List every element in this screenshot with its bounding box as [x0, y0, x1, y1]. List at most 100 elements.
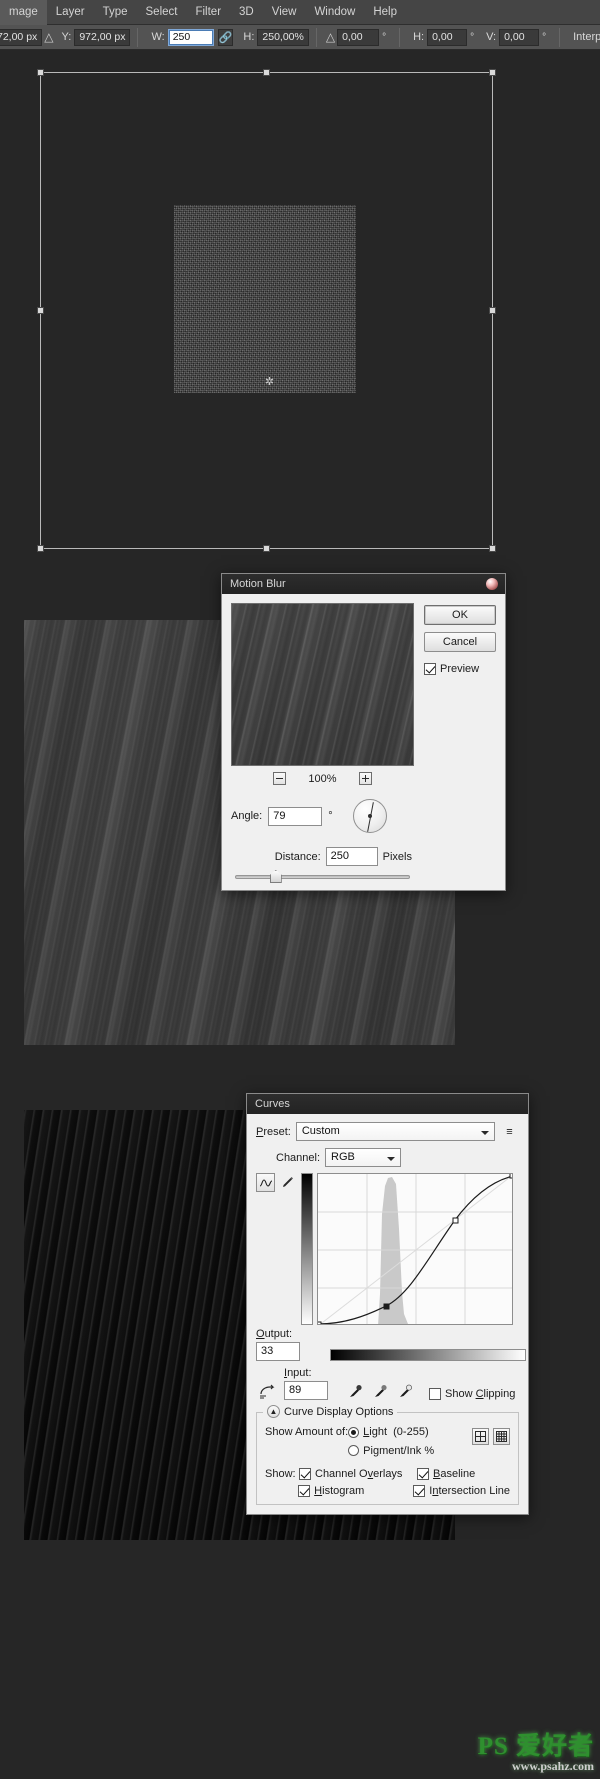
curve-point-selected[interactable] — [383, 1303, 390, 1310]
eyedropper-gray-point-icon[interactable] — [371, 1381, 390, 1400]
preview-checkbox-label: Preview — [440, 663, 480, 675]
transform-handle-bottom-left[interactable] — [37, 545, 44, 552]
output-input[interactable]: 33 — [256, 1342, 300, 1361]
input-gradient-strip — [330, 1349, 526, 1361]
transform-handle-middle-right[interactable] — [489, 306, 496, 314]
light-radio-label: Light (0-255) — [363, 1426, 429, 1438]
eyedropper-white-point-icon[interactable] — [396, 1381, 415, 1400]
menu-item-type[interactable]: Type — [94, 0, 137, 25]
menu-bar: mage Layer Type Select Filter 3D View Wi… — [0, 0, 600, 25]
cancel-button[interactable]: Cancel — [424, 632, 496, 652]
show-amount-radio-group: Light (0-255) Pigment/Ink % — [348, 1426, 472, 1459]
transform-handle-top-center[interactable] — [262, 69, 270, 76]
pencil-glyph — [283, 1177, 293, 1187]
transform-rotate-value[interactable]: 0,00 — [337, 28, 380, 46]
transform-x-value[interactable]: 72,00 px — [0, 28, 43, 46]
menu-item-select[interactable]: Select — [137, 0, 187, 25]
transform-handle-top-left[interactable] — [37, 69, 44, 76]
menu-item-window[interactable]: Window — [305, 0, 364, 25]
show-clipping-checkbox-box[interactable] — [429, 1388, 441, 1400]
input-input[interactable]: 89 — [284, 1381, 328, 1400]
link-icon[interactable]: 🔗 — [217, 28, 234, 46]
curve-point-white[interactable] — [509, 1174, 513, 1179]
smooth-curve-icon[interactable] — [256, 1381, 278, 1400]
channel-dropdown[interactable]: RGB — [325, 1148, 402, 1167]
distance-row: Distance: 250 Pixels — [231, 847, 414, 866]
document-canvas[interactable]: ✲ — [0, 50, 600, 1779]
menu-item-help[interactable]: Help — [364, 0, 406, 25]
distance-input[interactable]: 250 — [325, 847, 378, 866]
zoom-in-icon[interactable] — [358, 772, 372, 785]
transform-handle-bottom-right[interactable] — [489, 545, 496, 552]
channel-overlays-checkbox[interactable]: Channel Overlays — [299, 1468, 417, 1480]
collapse-disclosure-icon[interactable]: ▲ — [267, 1405, 280, 1418]
input-row: Input: 89 Show Clipping — [256, 1367, 519, 1400]
transform-w-input[interactable]: 250 — [167, 28, 214, 46]
show-clipping-checkbox[interactable]: Show Clipping — [429, 1388, 515, 1400]
preview-checkbox[interactable]: Preview — [424, 663, 479, 675]
motion-blur-preview-image[interactable] — [231, 603, 414, 766]
skew-v-degree-symbol: ° — [542, 31, 547, 43]
distance-slider[interactable] — [235, 870, 410, 883]
grid-quarter-tone-icon[interactable] — [472, 1428, 489, 1445]
angle-dial-control[interactable] — [352, 799, 387, 833]
preset-menu-icon[interactable]: ≡ — [500, 1122, 519, 1141]
motion-blur-titlebar[interactable]: Motion Blur — [222, 574, 505, 594]
channel-overlays-checkbox-box[interactable] — [299, 1468, 311, 1480]
reference-point-icon[interactable]: △ — [44, 29, 53, 45]
skew-h-value[interactable]: 0,00 — [427, 28, 468, 46]
pigment-radio[interactable]: Pigment/Ink % — [348, 1445, 434, 1457]
curve-point-tool-icon[interactable] — [256, 1173, 275, 1192]
noise-filled-layer[interactable] — [174, 205, 356, 393]
transform-handle-bottom-center[interactable] — [262, 545, 270, 552]
dialog-status-orb-icon — [486, 578, 498, 590]
baseline-checkbox-box[interactable] — [417, 1468, 429, 1480]
angle-input[interactable]: 79 — [268, 806, 323, 826]
menu-item-filter[interactable]: Filter — [186, 0, 230, 25]
skew-h-degree-symbol: ° — [470, 31, 475, 43]
preview-zoom-level: 100% — [308, 772, 337, 785]
ok-button[interactable]: OK — [424, 605, 496, 625]
distance-slider-thumb[interactable] — [269, 870, 282, 883]
zoom-out-icon[interactable] — [273, 772, 287, 785]
light-radio-button[interactable] — [348, 1426, 360, 1438]
input-label: Input: — [284, 1367, 312, 1379]
curve-point-highlight[interactable] — [452, 1217, 459, 1224]
histogram-checkbox[interactable]: Histogram — [298, 1485, 413, 1497]
curve-graph-row — [256, 1173, 519, 1325]
skew-v-value[interactable]: 0,00 — [499, 28, 540, 46]
histogram-checkbox-box[interactable] — [298, 1485, 311, 1497]
watermark-main-text: PS 爱好者 — [477, 1733, 594, 1760]
curves-titlebar[interactable]: Curves — [247, 1094, 528, 1114]
menu-item-3d[interactable]: 3D — [230, 0, 263, 25]
curves-title-text: Curves — [255, 1098, 290, 1110]
pigment-radio-button[interactable] — [348, 1445, 360, 1456]
intersection-line-checkbox[interactable]: Intersection Line — [413, 1485, 510, 1497]
intersection-line-checkbox-box[interactable] — [413, 1485, 426, 1497]
options-separator-1 — [137, 27, 139, 47]
transform-handle-top-right[interactable] — [489, 69, 496, 76]
preview-checkbox-box[interactable] — [424, 663, 436, 675]
transform-y-value[interactable]: 972,00 px — [74, 28, 131, 46]
curve-point-black[interactable] — [318, 1321, 322, 1325]
transform-h-label: H: — [243, 31, 255, 43]
transform-h-value[interactable]: 250,00% — [257, 28, 309, 46]
baseline-checkbox[interactable]: Baseline — [417, 1468, 475, 1480]
baseline-label: Baseline — [433, 1468, 476, 1480]
grid-quarter-glyph — [475, 1431, 486, 1442]
channel-overlays-label: Channel Overlays — [315, 1468, 403, 1480]
preset-dropdown[interactable]: Custom — [295, 1122, 495, 1141]
curve-display-options-legend[interactable]: ▲ Curve Display Options — [263, 1405, 398, 1418]
show-amount-label: Show Amount of: — [265, 1426, 349, 1438]
pencil-draw-curve-icon[interactable] — [278, 1173, 297, 1192]
menu-item-image[interactable]: mage — [0, 0, 47, 25]
motion-blur-zoom-row: 100% — [231, 772, 414, 785]
rotate-icon[interactable]: △ — [326, 29, 335, 45]
menu-item-layer[interactable]: Layer — [47, 0, 94, 25]
eyedropper-black-point-icon[interactable] — [346, 1381, 365, 1400]
grid-ten-percent-icon[interactable] — [493, 1428, 510, 1445]
curve-graph[interactable] — [317, 1173, 513, 1325]
menu-item-view[interactable]: View — [263, 0, 306, 25]
light-radio[interactable]: Light (0-255) — [348, 1426, 429, 1438]
transform-handle-middle-left[interactable] — [37, 306, 44, 314]
